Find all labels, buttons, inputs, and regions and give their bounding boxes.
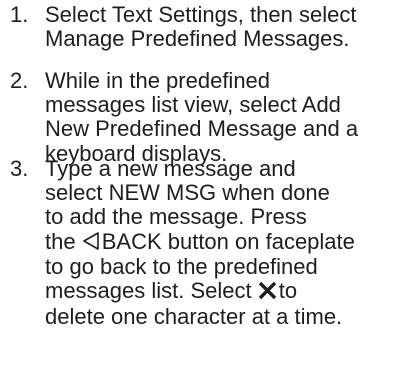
step-line-with-icon: the BACK button on faceplate [45, 228, 397, 255]
step-line: select NEW MSG when done [45, 180, 330, 206]
step-line: Type a new message and [45, 156, 296, 181]
step-line-with-icon: messages list. Select to [45, 278, 397, 305]
step-text: Type a new message and select NEW MSG wh… [45, 156, 397, 330]
step-number: 3. [10, 156, 29, 181]
step-line: Select Text Settings, then select [45, 2, 357, 27]
step-line: to add the message. Press [45, 204, 307, 230]
step-word: the [45, 228, 76, 254]
step-text: While in the predefined messages list vi… [45, 68, 397, 166]
x-delete-icon [258, 281, 277, 305]
back-triangle-icon [82, 231, 100, 255]
step-line: to go back to the predefined [45, 253, 318, 279]
step-word: to [278, 278, 298, 304]
step-number: 1. [10, 2, 29, 27]
step-line: delete one character at a time. [45, 304, 343, 330]
step-text: Select Text Settings, then select Manage… [45, 2, 397, 52]
step-word: messages list. Select [45, 278, 252, 304]
step-number: 2. [10, 68, 29, 93]
step-line: Manage Predefined Messages. [45, 26, 350, 52]
step-line: messages list view, select Add [45, 92, 341, 118]
step-line: New Predefined Message and a [45, 116, 359, 142]
step-line: While in the predefined [45, 68, 271, 93]
step-word: BACK button on faceplate [101, 228, 355, 254]
instruction-steps: 1. Select Text Settings, then select Man… [0, 0, 402, 381]
